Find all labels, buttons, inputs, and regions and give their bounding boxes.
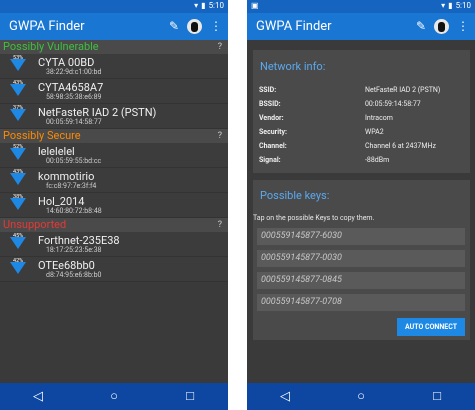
info-row-signal: Signal: -88dBm (259, 156, 466, 168)
network-item[interactable]: 53% CYTA 00BD 38:22:9d:c1:00:bd (0, 54, 228, 79)
wifi-status-icon: ▾ (194, 1, 199, 10)
app-bar: GWPA Finder ✎ ⋮ (0, 13, 228, 40)
network-mac: d8:74:95:e6:8b:b0 (46, 271, 102, 279)
info-label: Security: (259, 128, 287, 136)
section-header-vulnerable: Possibly Vulnerable ? (0, 40, 228, 54)
wifi-status-icon: ▾ (441, 1, 446, 10)
signal-percent: 45% (13, 233, 24, 239)
phone-right-screen: ▣ ▾ ▮ 5:10 GWPA Finder ✎ ⋮ Network info:… (247, 0, 475, 410)
possible-keys-title: Possible keys: (260, 189, 330, 202)
notification-icon: ▣ (251, 1, 259, 10)
network-info-card: Network info: SSID: NetFasteR IAD 2 (PST… (253, 50, 470, 173)
section-label: Possibly Secure (3, 129, 81, 142)
network-item[interactable]: 43% CYTA4658A7 58:98:35:38:e6:89 (0, 79, 228, 104)
section-label: Possibly Vulnerable (3, 40, 99, 53)
recents-icon[interactable]: □ (422, 383, 452, 410)
status-bar: ▣ ▾ ▮ 5:10 (247, 0, 475, 13)
key-item[interactable]: 000559145877-6030 (257, 228, 465, 245)
network-item[interactable]: 45% Forthnet-235E38 18:17:25:23:5e:38 (0, 232, 228, 257)
signal-percent: 38% (13, 194, 24, 200)
battery-icon: ▮ (448, 1, 453, 10)
copy-hint: Tap on the possible Keys to copy them. (253, 214, 375, 222)
back-icon[interactable]: ◁ (270, 383, 300, 410)
edit-icon[interactable]: ✎ (169, 17, 179, 35)
status-time: 5:10 (455, 1, 471, 10)
network-mac: 00:05:59:14:58:77 (46, 118, 102, 126)
info-value: 00:05:59:14:58:77 (365, 100, 421, 108)
info-row-ssid: SSID: NetFasteR IAD 2 (PSTN) (259, 86, 466, 98)
section-header-secure: Possibly Secure ? (0, 129, 228, 143)
info-label: Channel: (259, 142, 287, 150)
key-item[interactable]: 000559145877-0030 (257, 250, 465, 267)
overflow-menu-icon[interactable]: ⋮ (210, 17, 222, 35)
info-row-vendor: Vendor: Intracom (259, 114, 466, 126)
app-bar: GWPA Finder ✎ ⋮ (247, 13, 475, 40)
signal-percent: 52% (13, 144, 24, 150)
network-mac: 18:17:25:23:5e:38 (46, 246, 102, 254)
section-label: Unsupported (3, 218, 67, 231)
info-value: -88dBm (365, 156, 390, 164)
back-icon[interactable]: ◁ (23, 383, 53, 410)
battery-icon: ▮ (201, 1, 206, 10)
network-item[interactable]: 37% NetFasteR IAD 2 (PSTN) 00:05:59:14:5… (0, 104, 228, 129)
navigation-bar: ◁ ○ □ (247, 383, 475, 410)
network-item[interactable]: 43% kommotirio fc:c8:97:7e:3f:f4 (0, 168, 228, 193)
network-mac: 00:05:59:55:bd:cc (46, 157, 102, 165)
status-time: 5:10 (208, 1, 224, 10)
edit-icon[interactable]: ✎ (416, 17, 426, 35)
info-label: Signal: (259, 156, 281, 164)
signal-percent: 53% (13, 55, 24, 61)
home-icon[interactable]: ○ (346, 383, 376, 410)
help-icon[interactable]: ? (218, 129, 222, 143)
help-icon[interactable]: ? (218, 40, 222, 54)
network-mac: fc:c8:97:7e:3f:f4 (46, 182, 97, 190)
info-value: WPA2 (365, 128, 384, 136)
app-title: GWPA Finder (9, 19, 85, 34)
home-icon[interactable]: ○ (99, 383, 129, 410)
phone-left-screen: ▾ ▮ 5:10 GWPA Finder ✎ ⋮ Possibly Vulner… (0, 0, 228, 410)
info-label: SSID: (259, 86, 277, 94)
avatar-icon[interactable] (187, 18, 202, 34)
network-list: Possibly Vulnerable ? 53% CYTA 00BD 38:2… (0, 40, 228, 383)
auto-connect-button[interactable]: AUTO CONNECT (397, 318, 465, 336)
signal-percent: 42% (13, 258, 24, 264)
network-mac: 38:22:9d:c1:00:bd (46, 68, 102, 76)
signal-percent: 43% (13, 80, 24, 86)
network-info-title: Network info: (260, 60, 326, 73)
info-row-security: Security: WPA2 (259, 128, 466, 140)
key-item[interactable]: 000559145877-0845 (257, 272, 465, 289)
help-icon[interactable]: ? (218, 218, 222, 232)
network-item[interactable]: 52% lelelelel 00:05:59:55:bd:cc (0, 143, 228, 168)
section-header-unsupported: Unsupported ? (0, 218, 228, 232)
navigation-bar: ◁ ○ □ (0, 383, 228, 410)
signal-percent: 43% (13, 169, 24, 175)
info-value: Channel 6 at 2437MHz (365, 142, 436, 150)
avatar-icon[interactable] (434, 18, 449, 34)
network-mac: 14:60:80:72:b8:48 (46, 207, 102, 215)
overflow-menu-icon[interactable]: ⋮ (457, 17, 469, 35)
info-row-channel: Channel: Channel 6 at 2437MHz (259, 142, 466, 154)
info-label: BSSID: (259, 100, 281, 108)
network-item[interactable]: 38% Hol_2014 14:60:80:72:b8:48 (0, 193, 228, 218)
info-value: Intracom (365, 114, 393, 122)
info-label: Vendor: (259, 114, 284, 122)
network-item[interactable]: 42% OTEe68bb0 d8:74:95:e6:8b:b0 (0, 257, 228, 282)
app-title: GWPA Finder (256, 19, 332, 34)
network-mac: 58:98:35:38:e6:89 (46, 93, 102, 101)
signal-percent: 37% (13, 105, 24, 111)
status-bar: ▾ ▮ 5:10 (0, 0, 228, 13)
recents-icon[interactable]: □ (175, 383, 205, 410)
info-row-bssid: BSSID: 00:05:59:14:58:77 (259, 100, 466, 112)
key-item[interactable]: 000559145877-0708 (257, 294, 465, 311)
info-value: NetFasteR IAD 2 (PSTN) (365, 86, 441, 94)
